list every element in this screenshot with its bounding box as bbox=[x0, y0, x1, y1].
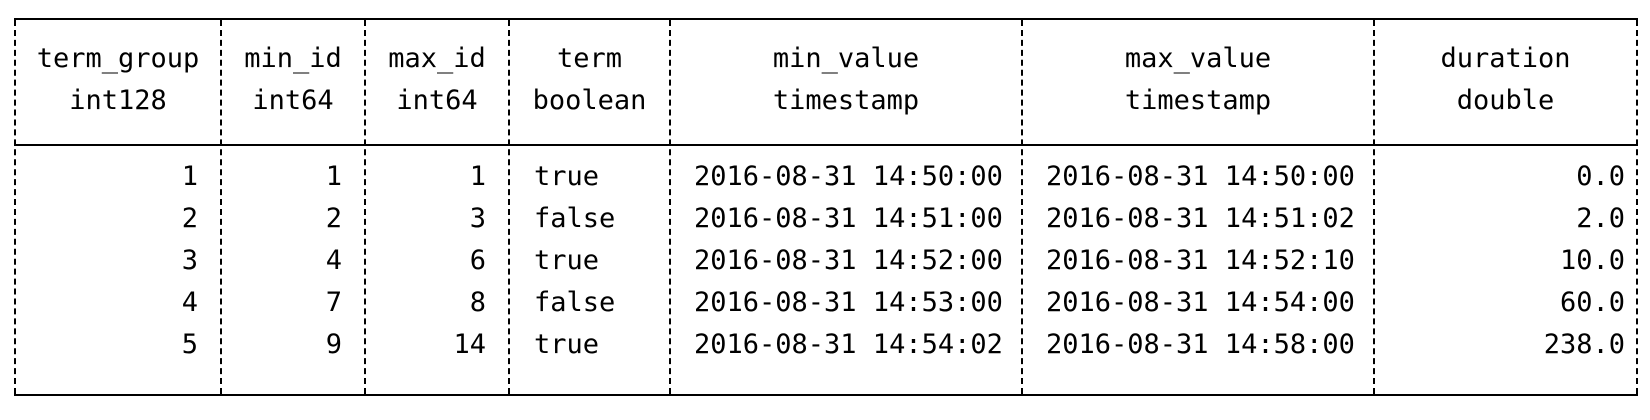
header-divider bbox=[14, 144, 1638, 146]
column-min-value-values: 2016-08-31 14:50:00 2016-08-31 14:51:00 20… bbox=[694, 156, 1019, 366]
column-name: term bbox=[556, 43, 623, 74]
column-separator bbox=[669, 20, 671, 394]
table-cell: 2016-08-31 14:53:00 bbox=[694, 287, 1003, 318]
table-cell: 2016-08-31 14:51:02 bbox=[1046, 203, 1355, 234]
table-cell: true bbox=[534, 161, 600, 192]
column-type: timestamp bbox=[772, 85, 920, 116]
table-cell: 9 bbox=[325, 329, 342, 360]
column-name: max_value bbox=[1124, 43, 1272, 74]
table-cell: 4 bbox=[325, 245, 342, 276]
table-cell: 2 bbox=[325, 203, 342, 234]
column-type: timestamp bbox=[1124, 85, 1272, 116]
column-separator bbox=[1021, 20, 1023, 394]
table-left-border bbox=[14, 20, 16, 394]
table-cell: 10.0 bbox=[1559, 245, 1625, 276]
table-cell: 1 bbox=[469, 161, 486, 192]
table-cell: 5 bbox=[181, 329, 198, 360]
column-type: boolean bbox=[532, 85, 647, 116]
header-cell-term: term boolean bbox=[512, 38, 667, 122]
table-cell: 7 bbox=[325, 287, 342, 318]
column-separator bbox=[220, 20, 222, 394]
column-term-values: true false true false true bbox=[534, 156, 664, 366]
column-separator bbox=[508, 20, 510, 394]
table-cell: true bbox=[534, 329, 600, 360]
data-table: term_group int128 min_id int64 max_id int64… bbox=[14, 18, 1638, 396]
header-cell-duration: duration double bbox=[1377, 38, 1634, 122]
table-cell: false bbox=[534, 203, 616, 234]
table-cell: 2016-08-31 14:52:10 bbox=[1046, 245, 1355, 276]
table-cell: 14 bbox=[453, 329, 486, 360]
column-separator bbox=[364, 20, 366, 394]
table-cell: 2016-08-31 14:50:00 bbox=[694, 161, 1003, 192]
header-cell-max-id: max_id int64 bbox=[368, 38, 506, 122]
column-name: min_value bbox=[772, 43, 920, 74]
column-separator bbox=[1373, 20, 1375, 394]
table-cell: 3 bbox=[469, 203, 486, 234]
table-cell: 4 bbox=[181, 287, 198, 318]
column-term-group-values: 1 2 3 4 5 bbox=[18, 156, 198, 366]
column-max-id-values: 1 3 6 8 14 bbox=[368, 156, 486, 366]
table-cell: 2.0 bbox=[1576, 203, 1625, 234]
table-cell: 2016-08-31 14:51:00 bbox=[694, 203, 1003, 234]
table-cell: 1 bbox=[325, 161, 342, 192]
table-cell: 0.0 bbox=[1576, 161, 1625, 192]
table-cell: 8 bbox=[469, 287, 486, 318]
table-cell: true bbox=[534, 245, 600, 276]
table-cell: 2016-08-31 14:58:00 bbox=[1046, 329, 1355, 360]
table-cell: 1 bbox=[181, 161, 198, 192]
column-name: max_id bbox=[388, 43, 486, 74]
table-right-border bbox=[1636, 20, 1638, 394]
header-cell-max-value: max_value timestamp bbox=[1025, 38, 1371, 122]
column-name: term_group bbox=[36, 43, 200, 74]
table-cell: 60.0 bbox=[1559, 287, 1625, 318]
table-cell: 238.0 bbox=[1543, 329, 1625, 360]
header-cell-min-id: min_id int64 bbox=[224, 38, 362, 122]
column-duration-values: 0.0 2.0 10.0 60.0 238.0 bbox=[1377, 156, 1625, 366]
table-cell: 2016-08-31 14:50:00 bbox=[1046, 161, 1355, 192]
table-cell: 6 bbox=[469, 245, 486, 276]
column-name: duration bbox=[1440, 43, 1571, 74]
column-type: int128 bbox=[69, 85, 167, 116]
column-min-id-values: 1 2 4 7 9 bbox=[224, 156, 342, 366]
table-cell: 3 bbox=[181, 245, 198, 276]
table-cell: 2016-08-31 14:54:00 bbox=[1046, 287, 1355, 318]
header-cell-term-group: term_group int128 bbox=[18, 38, 218, 122]
table-cell: false bbox=[534, 287, 616, 318]
column-type: double bbox=[1456, 85, 1555, 116]
table-cell: 2016-08-31 14:54:02 bbox=[694, 329, 1003, 360]
table-cell: 2 bbox=[181, 203, 198, 234]
column-max-value-values: 2016-08-31 14:50:00 2016-08-31 14:51:02 20… bbox=[1046, 156, 1371, 366]
header-cell-min-value: min_value timestamp bbox=[673, 38, 1019, 122]
column-name: min_id bbox=[244, 43, 342, 74]
table-cell: 2016-08-31 14:52:00 bbox=[694, 245, 1003, 276]
column-type: int64 bbox=[252, 85, 334, 116]
column-type: int64 bbox=[396, 85, 478, 116]
